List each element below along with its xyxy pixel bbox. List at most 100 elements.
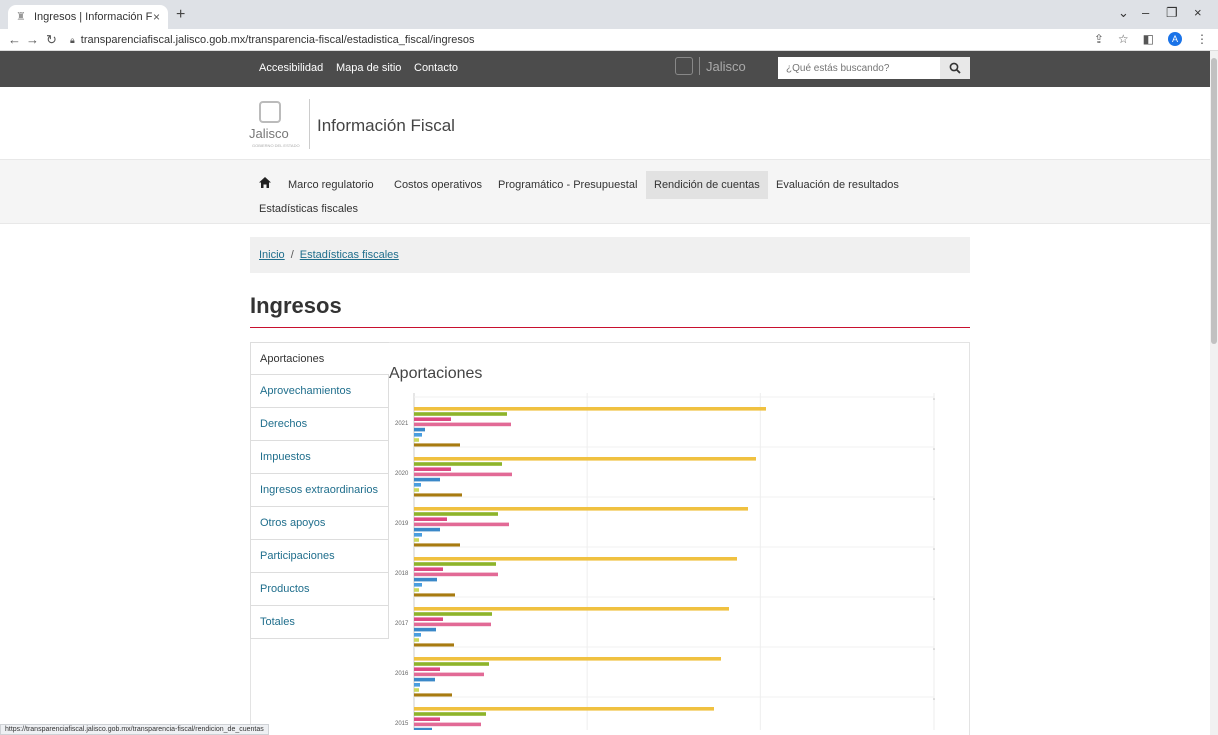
bar-2021-series-5[interactable]: [414, 433, 422, 437]
title-divider: [250, 327, 970, 328]
bar-2020-series-7[interactable]: [414, 493, 462, 497]
search-button[interactable]: [940, 57, 970, 79]
tab-totales[interactable]: Totales: [250, 606, 389, 639]
bar-2018-series-7[interactable]: [414, 593, 455, 597]
menu-kebab-icon[interactable]: ⋮: [1196, 32, 1208, 46]
y-tick-label: 2015: [395, 721, 409, 727]
tab-search-icon[interactable]: ⌄: [1118, 5, 1129, 21]
bar-2016-series-6[interactable]: [414, 688, 419, 692]
bar-2020-series-0[interactable]: [414, 457, 756, 461]
profile-avatar[interactable]: A: [1168, 32, 1182, 46]
nav-rendicion-de-cuentas[interactable]: Rendición de cuentas: [646, 171, 768, 199]
jalisco-logo[interactable]: Jalisco GOBIERNO DEL ESTADO: [249, 101, 309, 151]
bar-2019-series-6[interactable]: [414, 538, 419, 542]
page-scrollbar-thumb[interactable]: [1211, 58, 1217, 344]
bar-2021-series-4[interactable]: [414, 427, 425, 432]
bar-2016-series-5[interactable]: [414, 683, 420, 687]
bar-2017-series-0[interactable]: [414, 607, 729, 611]
share-icon[interactable]: ⇪: [1094, 32, 1104, 46]
url-field[interactable]: 🔒︎ transparenciafiscal.jalisco.gob.mx/tr…: [70, 31, 1120, 49]
bar-2019-series-0[interactable]: [414, 507, 748, 511]
bar-2019-series-5[interactable]: [414, 533, 422, 537]
tab-aprovechamientos[interactable]: Aprovechamientos: [250, 375, 389, 408]
bar-2017-series-4[interactable]: [414, 627, 436, 632]
tab-ingresos-extraordinarios[interactable]: Ingresos extraordinarios: [250, 474, 389, 507]
tab-derechos[interactable]: Derechos: [250, 408, 389, 441]
bar-2016-series-1[interactable]: [414, 662, 489, 666]
bar-2016-series-4[interactable]: [414, 677, 435, 682]
bar-2019-series-2[interactable]: [414, 517, 447, 521]
bar-2019-series-1[interactable]: [414, 512, 498, 516]
bar-2018-series-2[interactable]: [414, 567, 443, 571]
breadcrumb-home-link[interactable]: Inicio: [259, 249, 285, 261]
y-tick-label: 2020: [395, 471, 409, 477]
jalisco-top-logo[interactable]: Jalisco: [675, 57, 746, 75]
bar-2016-series-2[interactable]: [414, 667, 440, 671]
y-tick-label: 2021: [395, 421, 409, 427]
bar-2016-series-0[interactable]: [414, 657, 721, 661]
bar-2020-series-1[interactable]: [414, 462, 502, 466]
bar-2018-series-5[interactable]: [414, 583, 422, 587]
bar-2019-series-3[interactable]: [414, 522, 509, 527]
tab-aportaciones[interactable]: Aportaciones: [250, 342, 389, 375]
bar-2017-series-7[interactable]: [414, 643, 454, 647]
bar-2016-series-7[interactable]: [414, 693, 452, 697]
bar-2018-series-1[interactable]: [414, 562, 496, 566]
bar-2017-series-5[interactable]: [414, 633, 421, 637]
nav-evaluacion-de-resultados[interactable]: Evaluación de resultados: [768, 171, 907, 199]
bar-2020-series-5[interactable]: [414, 483, 421, 487]
bar-2018-series-3[interactable]: [414, 572, 498, 577]
forward-icon[interactable]: →: [26, 32, 39, 47]
bar-2021-series-1[interactable]: [414, 412, 507, 416]
contact-link[interactable]: Contacto: [414, 62, 458, 74]
nav-costos-operativos[interactable]: Costos operativos: [386, 171, 490, 199]
bar-2017-series-2[interactable]: [414, 617, 443, 621]
side-panel-icon[interactable]: ◧: [1143, 32, 1154, 46]
gridline-end-mark: [933, 648, 935, 650]
bar-2018-series-4[interactable]: [414, 577, 437, 582]
bar-2015-series-0[interactable]: [414, 707, 714, 711]
bar-2017-series-6[interactable]: [414, 638, 419, 642]
browser-tab[interactable]: ♜ Ingresos | Información Fiscal ×: [8, 5, 168, 29]
tab-otros-apoyos[interactable]: Otros apoyos: [250, 507, 389, 540]
bar-2021-series-7[interactable]: [414, 443, 460, 447]
bar-2019-series-4[interactable]: [414, 527, 440, 532]
tab-participaciones[interactable]: Participaciones: [250, 540, 389, 573]
bar-2021-series-6[interactable]: [414, 438, 419, 442]
bar-2017-series-1[interactable]: [414, 612, 492, 616]
back-icon[interactable]: ←: [8, 32, 21, 47]
bar-2020-series-2[interactable]: [414, 467, 451, 471]
bar-2020-series-3[interactable]: [414, 472, 512, 477]
maximize-icon[interactable]: ❐: [1166, 5, 1178, 21]
tab-impuestos[interactable]: Impuestos: [250, 441, 389, 474]
close-tab-icon[interactable]: ×: [153, 10, 160, 24]
breadcrumb-current-link[interactable]: Estadísticas fiscales: [300, 249, 399, 261]
bookmark-star-icon[interactable]: ☆: [1118, 32, 1129, 46]
bar-2021-series-0[interactable]: [414, 407, 766, 411]
chart-title: Aportaciones: [389, 365, 483, 382]
tab-productos[interactable]: Productos: [250, 573, 389, 606]
bar-2015-series-3[interactable]: [414, 722, 481, 727]
bar-2018-series-6[interactable]: [414, 588, 419, 592]
bar-2020-series-6[interactable]: [414, 488, 419, 492]
bar-2015-series-4[interactable]: [414, 727, 432, 730]
bar-2021-series-2[interactable]: [414, 417, 451, 421]
bar-2020-series-4[interactable]: [414, 477, 440, 482]
home-icon[interactable]: [259, 177, 271, 188]
bar-2015-series-1[interactable]: [414, 712, 486, 716]
nav-programatico-presupuestal[interactable]: Programático - Presupuestal: [490, 171, 645, 199]
minimize-icon[interactable]: –: [1142, 5, 1149, 20]
bar-2021-series-3[interactable]: [414, 422, 511, 427]
new-tab-icon[interactable]: +: [176, 6, 185, 24]
bar-2018-series-0[interactable]: [414, 557, 737, 561]
sitemap-link[interactable]: Mapa de sitio: [336, 62, 401, 74]
bar-2017-series-3[interactable]: [414, 622, 491, 627]
close-window-icon[interactable]: ×: [1194, 5, 1202, 20]
bar-2015-series-2[interactable]: [414, 717, 440, 721]
nav-estadisticas-fiscales[interactable]: Estadísticas fiscales: [251, 195, 366, 223]
accessibility-link[interactable]: Accesibilidad: [259, 62, 323, 74]
reload-icon[interactable]: ↻: [46, 32, 57, 48]
bar-2016-series-3[interactable]: [414, 672, 484, 677]
site-search-input[interactable]: [778, 57, 940, 79]
bar-2019-series-7[interactable]: [414, 543, 460, 547]
